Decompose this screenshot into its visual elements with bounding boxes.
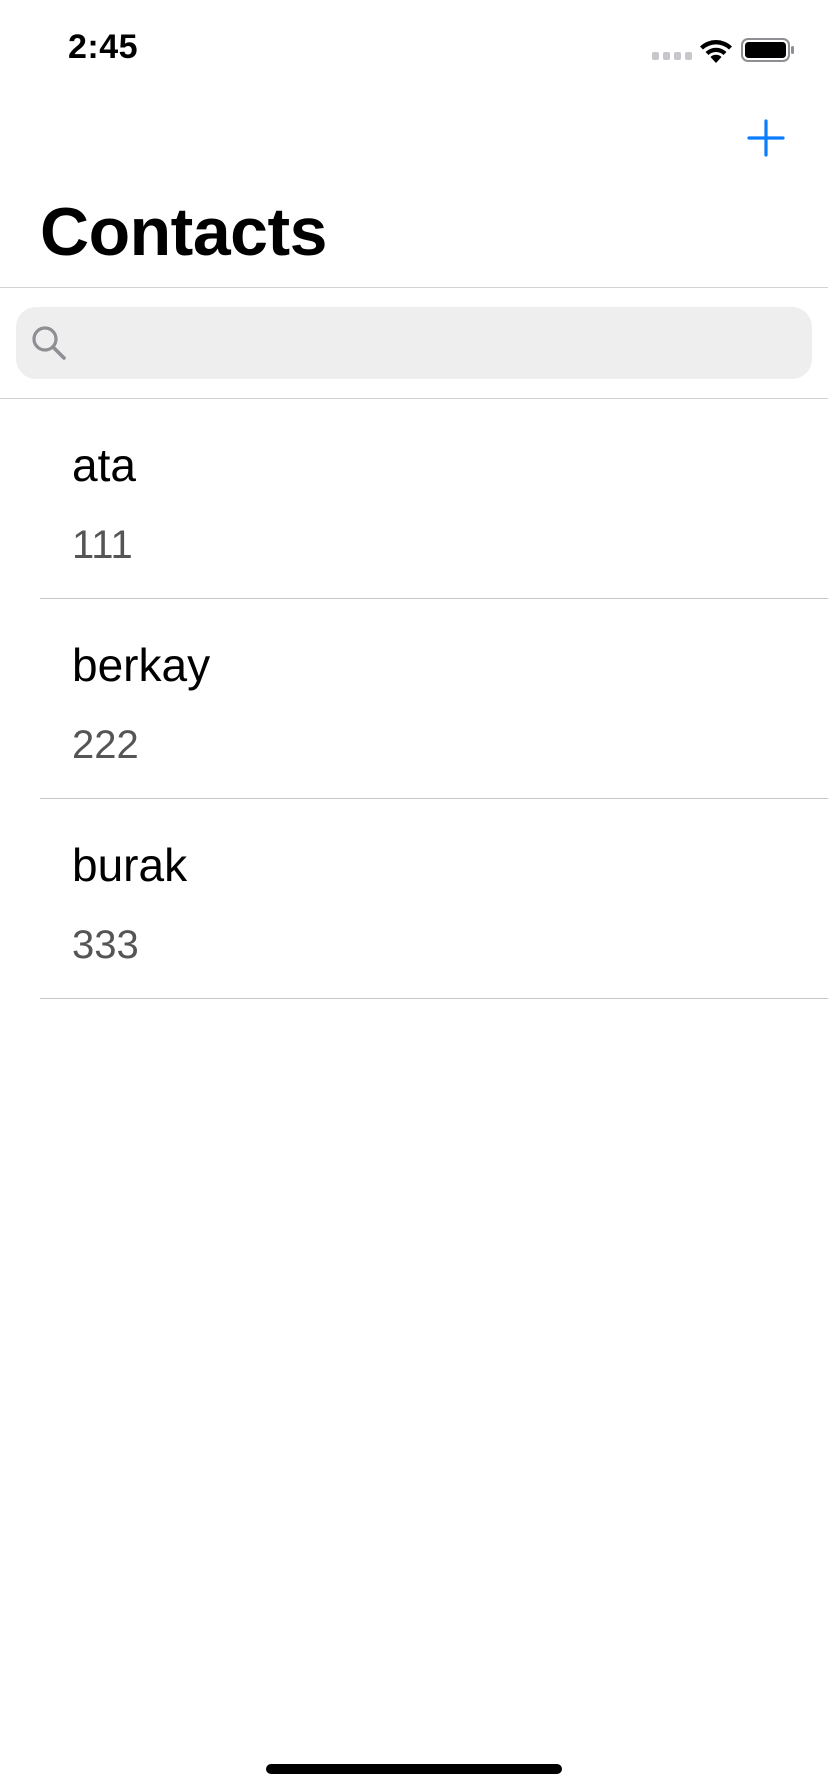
search-bar[interactable] <box>16 307 812 379</box>
contact-phone: 333 <box>72 923 139 967</box>
battery-icon <box>741 38 794 62</box>
contacts-screen: 2:45 Contacts ata 111 berkay 222 burak 3… <box>0 0 828 1792</box>
title-divider <box>0 287 828 288</box>
magnifying-glass-icon <box>32 326 66 360</box>
contact-name: berkay <box>72 639 211 691</box>
cellular-signal-icon <box>652 52 692 60</box>
contact-name: burak <box>72 839 188 891</box>
row-separator <box>40 998 828 999</box>
contact-row[interactable]: berkay 222 <box>0 599 828 799</box>
home-indicator[interactable] <box>266 1764 562 1774</box>
add-contact-button[interactable] <box>740 112 792 164</box>
plus-icon <box>747 119 785 157</box>
wifi-icon <box>700 40 732 63</box>
status-time: 2:45 <box>68 28 139 66</box>
contact-list: ata 111 berkay 222 burak 333 <box>0 399 828 999</box>
contact-name: ata <box>72 439 136 491</box>
page-title: Contacts <box>40 194 327 270</box>
contact-phone: 222 <box>72 723 139 767</box>
contact-row[interactable]: burak 333 <box>0 799 828 999</box>
search-input[interactable] <box>78 312 812 374</box>
contact-phone: 111 <box>72 523 133 567</box>
contact-row[interactable]: ata 111 <box>0 399 828 599</box>
